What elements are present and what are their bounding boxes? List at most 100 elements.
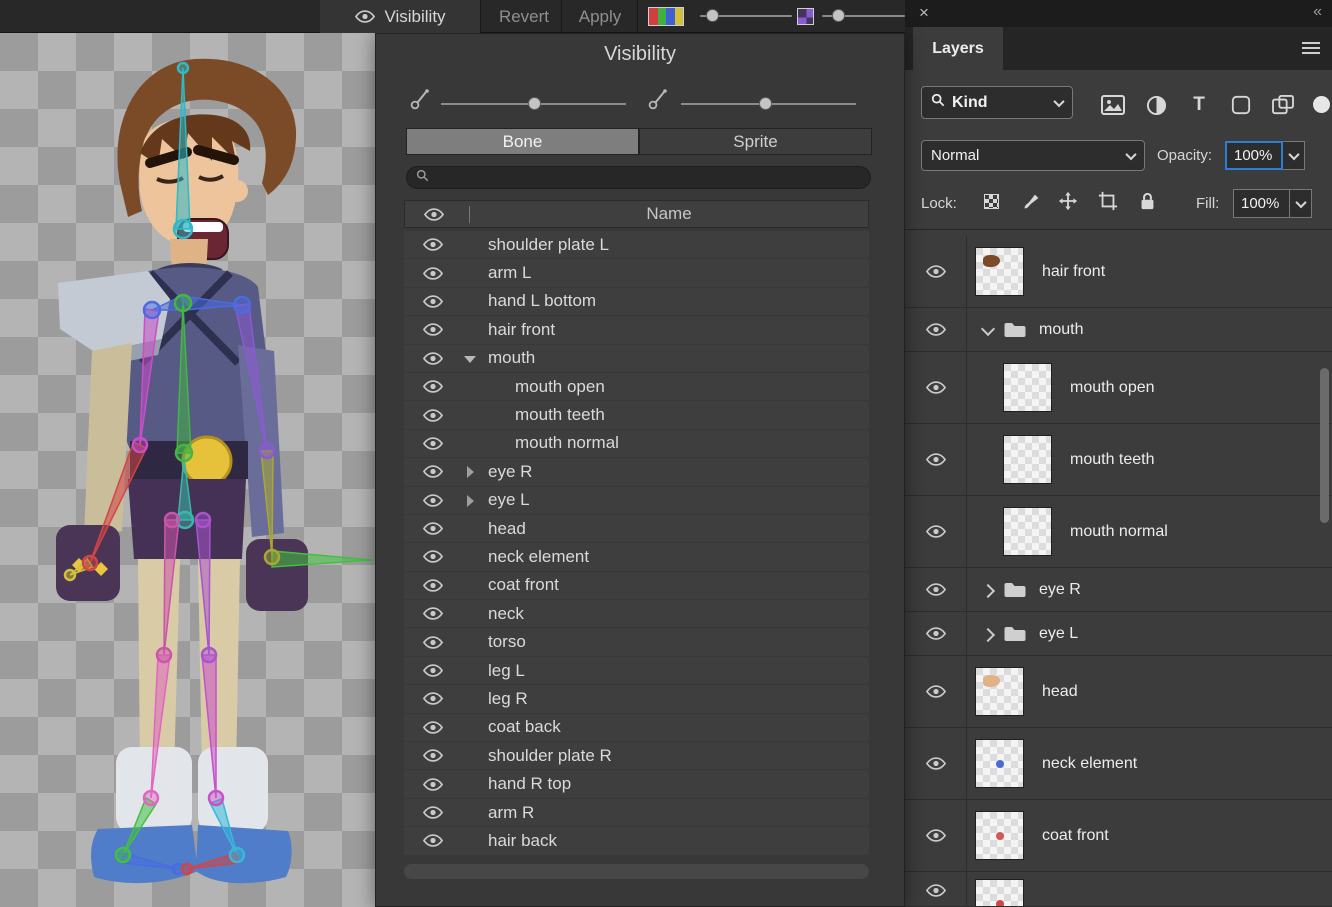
group-row[interactable]: eye R [905, 568, 1332, 612]
eye-icon[interactable] [404, 521, 462, 537]
eye-icon[interactable] [404, 464, 462, 480]
expander-icon[interactable] [462, 430, 480, 457]
eye-icon[interactable] [404, 748, 462, 764]
eye-icon[interactable] [925, 524, 947, 540]
eye-icon[interactable] [925, 626, 947, 642]
expander-icon[interactable] [462, 799, 480, 826]
filter-toggle-button[interactable] [1313, 96, 1330, 113]
table-row[interactable]: hand L bottom [404, 288, 869, 315]
search-input[interactable] [435, 170, 870, 186]
expander-icon[interactable] [462, 600, 480, 627]
table-row[interactable]: hand R top [404, 770, 869, 797]
table-row[interactable]: mouth open [404, 373, 869, 400]
eye-icon[interactable] [404, 719, 462, 735]
expander-icon[interactable] [981, 628, 993, 640]
expander-icon[interactable] [462, 771, 480, 798]
eye-icon[interactable] [404, 237, 462, 253]
expander-icon[interactable] [462, 827, 480, 854]
expander-icon[interactable] [981, 324, 993, 336]
layer-row[interactable]: head [905, 656, 1332, 728]
bone-opacity-knob[interactable] [706, 9, 719, 22]
fill-input[interactable]: 100% [1233, 189, 1290, 218]
blend-mode-dropdown[interactable]: Normal [921, 140, 1145, 171]
eye-icon[interactable] [925, 882, 947, 898]
filter-image-icon[interactable] [1101, 94, 1125, 116]
eye-icon[interactable] [404, 663, 462, 679]
layer-row[interactable]: hair front [905, 236, 1332, 308]
group-row[interactable]: eye L [905, 612, 1332, 656]
lock-transparency-icon[interactable] [979, 189, 1003, 213]
layer-row[interactable]: mouth teeth [905, 424, 1332, 496]
table-row[interactable]: leg L [404, 657, 869, 684]
search-box[interactable] [406, 166, 871, 189]
filter-adjustment-icon[interactable] [1144, 94, 1168, 116]
expander-icon[interactable] [462, 742, 480, 769]
table-row[interactable]: hair back [404, 827, 869, 854]
layer-row[interactable]: coat front [905, 800, 1332, 872]
table-row[interactable]: arm L [404, 259, 869, 286]
tab-bone[interactable]: Bone [406, 128, 639, 155]
eye-cell[interactable] [905, 612, 967, 655]
fill-dropdown-button[interactable] [1290, 189, 1312, 218]
layer-thumbnail[interactable] [1003, 507, 1052, 556]
expander-icon[interactable] [462, 714, 480, 741]
horizontal-scrollbar[interactable] [404, 864, 869, 879]
collapse-panel-icon[interactable]: « [1313, 3, 1322, 21]
lock-position-move-icon[interactable] [1056, 189, 1080, 213]
eye-icon[interactable] [925, 452, 947, 468]
eye-icon[interactable] [404, 606, 462, 622]
opacity-dropdown-button[interactable] [1283, 141, 1305, 170]
layer-thumbnail[interactable] [975, 247, 1024, 296]
panel-menu-icon[interactable] [1302, 42, 1320, 57]
eye-cell[interactable] [905, 656, 967, 727]
expander-icon[interactable] [462, 543, 480, 570]
table-row[interactable]: neck [404, 600, 869, 627]
tab-layers[interactable]: Layers [913, 27, 1003, 70]
layer-thumbnail[interactable] [975, 739, 1024, 788]
layer-row[interactable] [905, 872, 1332, 907]
eye-icon[interactable] [404, 407, 462, 423]
expander-icon[interactable] [462, 231, 480, 258]
eye-icon[interactable] [404, 265, 462, 281]
filter-smart-object-icon[interactable] [1271, 94, 1295, 116]
lock-pixels-brush-icon[interactable] [1019, 189, 1043, 213]
expander-icon[interactable] [462, 685, 480, 712]
eye-icon[interactable] [925, 756, 947, 772]
opacity-input[interactable]: 100% [1225, 141, 1283, 170]
lock-artboard-icon[interactable] [1096, 189, 1120, 213]
eye-icon[interactable] [925, 322, 947, 338]
layer-row[interactable]: neck element [905, 728, 1332, 800]
group-row[interactable]: mouth [905, 308, 1332, 352]
table-row[interactable]: eye L [404, 487, 869, 514]
table-row[interactable]: coat back [404, 714, 869, 741]
eye-column-icon[interactable] [405, 206, 463, 222]
eye-icon[interactable] [404, 549, 462, 565]
expander-icon[interactable] [462, 629, 480, 656]
eye-cell[interactable] [905, 236, 967, 307]
layer-thumbnail[interactable] [975, 667, 1024, 716]
sprite-opacity-knob[interactable] [832, 9, 845, 22]
expander-icon[interactable] [981, 584, 993, 596]
eye-cell[interactable] [905, 800, 967, 871]
table-row[interactable]: coat front [404, 572, 869, 599]
expander-icon[interactable] [462, 402, 480, 429]
visibility-toggle-button[interactable]: Visibility [320, 0, 480, 33]
layer-thumbnail[interactable] [975, 811, 1024, 860]
tab-sprite[interactable]: Sprite [639, 128, 872, 155]
sprite-tint-swatch[interactable] [797, 8, 814, 25]
expander-icon[interactable] [462, 373, 480, 400]
table-row[interactable]: mouth [404, 345, 869, 372]
eye-icon[interactable] [404, 805, 462, 821]
eye-icon[interactable] [925, 380, 947, 396]
close-icon[interactable]: × [919, 3, 929, 23]
filter-shape-icon[interactable] [1229, 94, 1253, 116]
filter-type-icon[interactable]: T [1187, 94, 1211, 116]
panel-sprite-opacity-knob[interactable] [759, 97, 772, 110]
table-row[interactable]: shoulder plate L [404, 231, 869, 258]
layer-thumbnail[interactable] [1003, 363, 1052, 412]
table-row[interactable]: torso [404, 628, 869, 655]
eye-icon[interactable] [925, 828, 947, 844]
table-row[interactable]: leg R [404, 685, 869, 712]
eye-cell[interactable] [905, 352, 967, 423]
expander-icon[interactable] [462, 572, 480, 599]
